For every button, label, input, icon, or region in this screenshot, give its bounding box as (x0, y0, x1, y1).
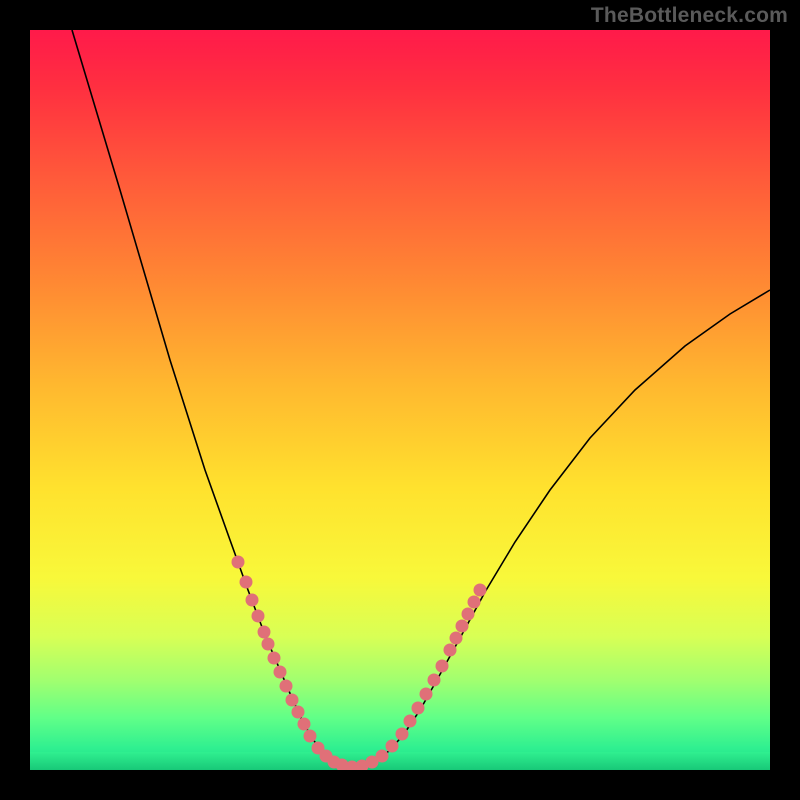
watermark-text: TheBottleneck.com (591, 4, 788, 28)
curve-left (72, 30, 350, 767)
data-marker (474, 584, 487, 597)
data-marker (252, 610, 265, 623)
data-marker (268, 652, 281, 665)
curve-svg (30, 30, 770, 770)
data-marker (468, 596, 481, 609)
data-marker (246, 594, 259, 607)
marker-group (232, 556, 487, 771)
data-marker (258, 626, 271, 639)
data-marker (304, 730, 317, 743)
data-marker (292, 706, 305, 719)
data-marker (404, 715, 417, 728)
data-marker (386, 740, 399, 753)
data-marker (456, 620, 469, 633)
data-marker (280, 680, 293, 693)
data-marker (450, 632, 463, 645)
data-marker (444, 644, 457, 657)
data-marker (376, 750, 389, 763)
data-marker (286, 694, 299, 707)
data-marker (428, 674, 441, 687)
data-marker (240, 576, 253, 589)
data-marker (420, 688, 433, 701)
data-marker (298, 718, 311, 731)
data-marker (436, 660, 449, 673)
data-marker (232, 556, 245, 569)
data-marker (462, 608, 475, 621)
chart-frame: TheBottleneck.com (0, 0, 800, 800)
plot-area (30, 30, 770, 770)
data-marker (396, 728, 409, 741)
curve-right (350, 290, 770, 767)
data-marker (262, 638, 275, 651)
data-marker (274, 666, 287, 679)
data-marker (412, 702, 425, 715)
